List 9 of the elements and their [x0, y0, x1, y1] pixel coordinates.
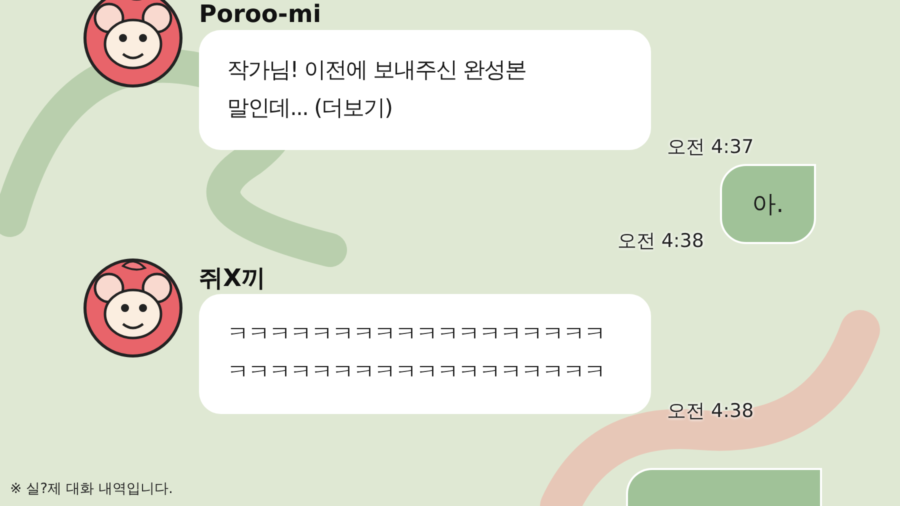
- message-time: 오전 4:37: [667, 135, 754, 160]
- sender-name: Poroo-mi: [199, 0, 322, 30]
- message-bubble: ㅋㅋㅋㅋㅋㅋㅋㅋㅋㅋㅋㅋㅋㅋㅋㅋㅋㅋ ㅋㅋㅋㅋㅋㅋㅋㅋㅋㅋㅋㅋㅋㅋㅋㅋㅋㅋ: [199, 294, 651, 414]
- message-bubble: 작가님! 이전에 보내주신 완성본 말인데... (더보기): [199, 30, 651, 150]
- message-time: 오전 4:38: [667, 399, 754, 424]
- footnote: ※ 실?제 대화 내역입니다.: [10, 480, 173, 498]
- message-time: 오전 4:38: [617, 229, 704, 254]
- message-bubble: 아.: [720, 164, 816, 244]
- sender-name: 쥐X끼: [199, 263, 267, 294]
